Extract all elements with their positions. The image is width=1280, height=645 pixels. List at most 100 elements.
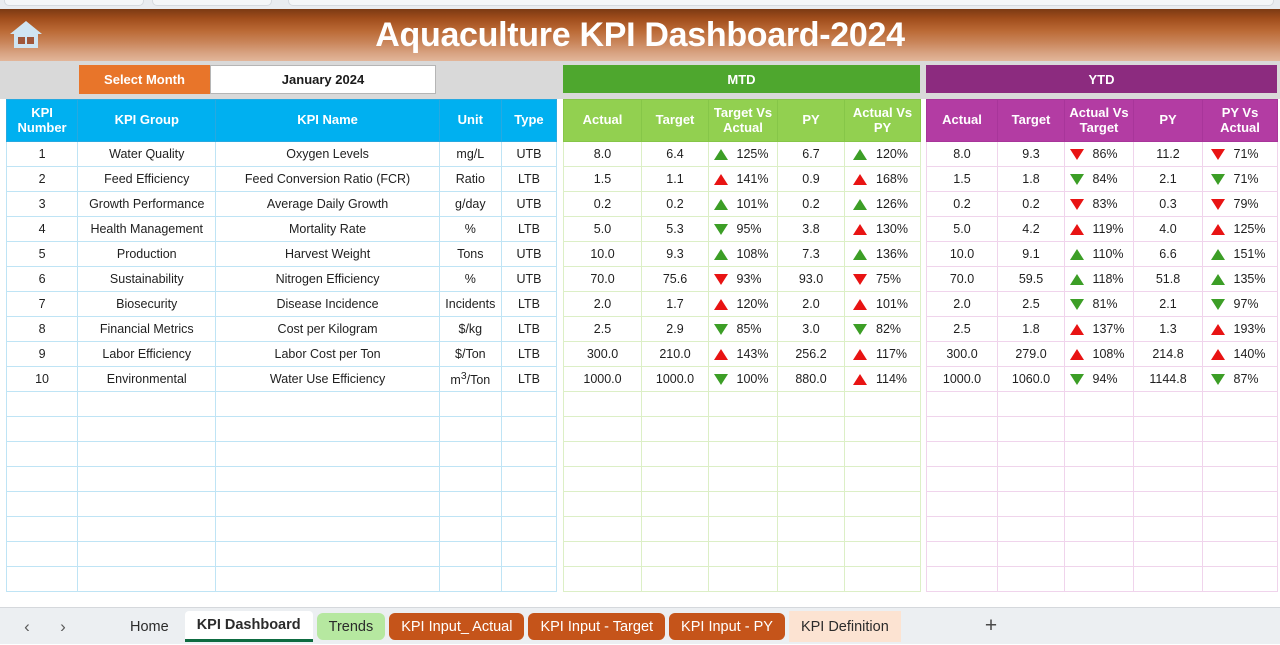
cell-ytd-actual[interactable]: 5.0 xyxy=(927,217,998,242)
cell-kpi-name[interactable]: Disease Incidence xyxy=(216,292,439,317)
empty-cell[interactable] xyxy=(564,417,642,442)
empty-cell[interactable] xyxy=(845,492,921,517)
empty-cell[interactable] xyxy=(845,567,921,592)
empty-cell[interactable] xyxy=(439,467,501,492)
empty-cell[interactable] xyxy=(642,467,709,492)
empty-cell[interactable] xyxy=(998,417,1065,442)
cell-ytd-actual[interactable]: 1000.0 xyxy=(927,367,998,392)
empty-cell[interactable] xyxy=(1065,542,1134,567)
cell-ytd-target[interactable]: 1.8 xyxy=(998,167,1065,192)
empty-cell[interactable] xyxy=(927,417,998,442)
empty-cell[interactable] xyxy=(216,567,439,592)
cell-ytd-py-vs-actual[interactable]: 87% xyxy=(1203,367,1278,392)
cell-kpi-number[interactable]: 6 xyxy=(7,267,78,292)
cell-kpi-name[interactable]: Mortality Rate xyxy=(216,217,439,242)
cell-mtd-target[interactable]: 0.2 xyxy=(642,192,709,217)
cell-mtd-target[interactable]: 210.0 xyxy=(642,342,709,367)
cell-kpi-number[interactable]: 4 xyxy=(7,217,78,242)
empty-cell[interactable] xyxy=(1203,392,1278,417)
cell-mtd-py[interactable]: 880.0 xyxy=(778,367,845,392)
empty-cell[interactable] xyxy=(7,567,78,592)
empty-cell[interactable] xyxy=(7,467,78,492)
cell-kpi-name[interactable]: Labor Cost per Ton xyxy=(216,342,439,367)
sheet-tab-kpi-dashboard[interactable]: KPI Dashboard xyxy=(185,611,313,642)
cell-ytd-py-vs-actual[interactable]: 140% xyxy=(1203,342,1278,367)
empty-cell[interactable] xyxy=(1134,392,1203,417)
empty-cell[interactable] xyxy=(709,542,778,567)
cell-ytd-actual-vs-target[interactable]: 108% xyxy=(1065,342,1134,367)
empty-cell[interactable] xyxy=(501,517,556,542)
empty-cell[interactable] xyxy=(1134,517,1203,542)
empty-cell[interactable] xyxy=(1203,567,1278,592)
cell-mtd-actual[interactable]: 70.0 xyxy=(564,267,642,292)
cell-type[interactable]: LTB xyxy=(501,167,556,192)
cell-ytd-actual[interactable]: 0.2 xyxy=(927,192,998,217)
cell-ytd-py-vs-actual[interactable]: 151% xyxy=(1203,242,1278,267)
cell-ytd-actual-vs-target[interactable]: 81% xyxy=(1065,292,1134,317)
empty-cell[interactable] xyxy=(7,517,78,542)
empty-cell[interactable] xyxy=(1203,467,1278,492)
cell-kpi-number[interactable]: 5 xyxy=(7,242,78,267)
cell-mtd-py[interactable]: 93.0 xyxy=(778,267,845,292)
cell-mtd-target[interactable]: 1.1 xyxy=(642,167,709,192)
empty-cell[interactable] xyxy=(1134,417,1203,442)
empty-cell[interactable] xyxy=(1203,492,1278,517)
cell-mtd-actual[interactable]: 300.0 xyxy=(564,342,642,367)
cell-unit[interactable]: m3/Ton xyxy=(439,367,501,392)
empty-cell[interactable] xyxy=(78,492,216,517)
cell-mtd-actual[interactable]: 1000.0 xyxy=(564,367,642,392)
empty-cell[interactable] xyxy=(501,467,556,492)
cell-type[interactable]: UTB xyxy=(501,242,556,267)
cell-kpi-group[interactable]: Environmental xyxy=(78,367,216,392)
empty-cell[interactable] xyxy=(1134,442,1203,467)
empty-cell[interactable] xyxy=(998,442,1065,467)
cell-ytd-actual-vs-target[interactable]: 94% xyxy=(1065,367,1134,392)
empty-cell[interactable] xyxy=(501,417,556,442)
cell-type[interactable]: UTB xyxy=(501,142,556,167)
cell-ytd-target[interactable]: 279.0 xyxy=(998,342,1065,367)
empty-cell[interactable] xyxy=(642,392,709,417)
empty-cell[interactable] xyxy=(998,467,1065,492)
empty-cell[interactable] xyxy=(7,392,78,417)
cell-unit[interactable]: % xyxy=(439,217,501,242)
empty-cell[interactable] xyxy=(439,442,501,467)
empty-cell[interactable] xyxy=(564,567,642,592)
empty-cell[interactable] xyxy=(778,467,845,492)
cell-ytd-py[interactable]: 0.3 xyxy=(1134,192,1203,217)
empty-cell[interactable] xyxy=(709,492,778,517)
cell-mtd-target-vs-actual[interactable]: 141% xyxy=(709,167,778,192)
empty-cell[interactable] xyxy=(998,492,1065,517)
cell-mtd-target[interactable]: 1.7 xyxy=(642,292,709,317)
cell-mtd-actual[interactable]: 8.0 xyxy=(564,142,642,167)
empty-cell[interactable] xyxy=(501,492,556,517)
sheet-tab-kpi-definition[interactable]: KPI Definition xyxy=(789,611,901,642)
cell-ytd-actual-vs-target[interactable]: 83% xyxy=(1065,192,1134,217)
cell-ytd-actual-vs-target[interactable]: 86% xyxy=(1065,142,1134,167)
empty-cell[interactable] xyxy=(642,567,709,592)
empty-cell[interactable] xyxy=(78,517,216,542)
empty-cell[interactable] xyxy=(1134,467,1203,492)
sheet-tab-kpi-input-actual[interactable]: KPI Input_ Actual xyxy=(389,613,524,640)
cell-ytd-actual-vs-target[interactable]: 84% xyxy=(1065,167,1134,192)
empty-cell[interactable] xyxy=(78,392,216,417)
cell-unit[interactable]: g/day xyxy=(439,192,501,217)
cell-mtd-py[interactable]: 6.7 xyxy=(778,142,845,167)
empty-cell[interactable] xyxy=(216,492,439,517)
cell-kpi-number[interactable]: 10 xyxy=(7,367,78,392)
cell-ytd-py[interactable]: 1144.8 xyxy=(1134,367,1203,392)
cell-kpi-number[interactable]: 3 xyxy=(7,192,78,217)
empty-cell[interactable] xyxy=(1203,417,1278,442)
empty-cell[interactable] xyxy=(564,492,642,517)
cell-mtd-actual-vs-py[interactable]: 75% xyxy=(845,267,921,292)
empty-cell[interactable] xyxy=(1134,567,1203,592)
empty-cell[interactable] xyxy=(1203,517,1278,542)
cell-kpi-number[interactable]: 1 xyxy=(7,142,78,167)
empty-cell[interactable] xyxy=(709,417,778,442)
empty-cell[interactable] xyxy=(642,442,709,467)
cell-mtd-target[interactable]: 6.4 xyxy=(642,142,709,167)
empty-cell[interactable] xyxy=(1065,492,1134,517)
empty-cell[interactable] xyxy=(439,392,501,417)
cell-mtd-actual-vs-py[interactable]: 168% xyxy=(845,167,921,192)
cell-mtd-target-vs-actual[interactable]: 125% xyxy=(709,142,778,167)
cell-kpi-name[interactable]: Cost per Kilogram xyxy=(216,317,439,342)
